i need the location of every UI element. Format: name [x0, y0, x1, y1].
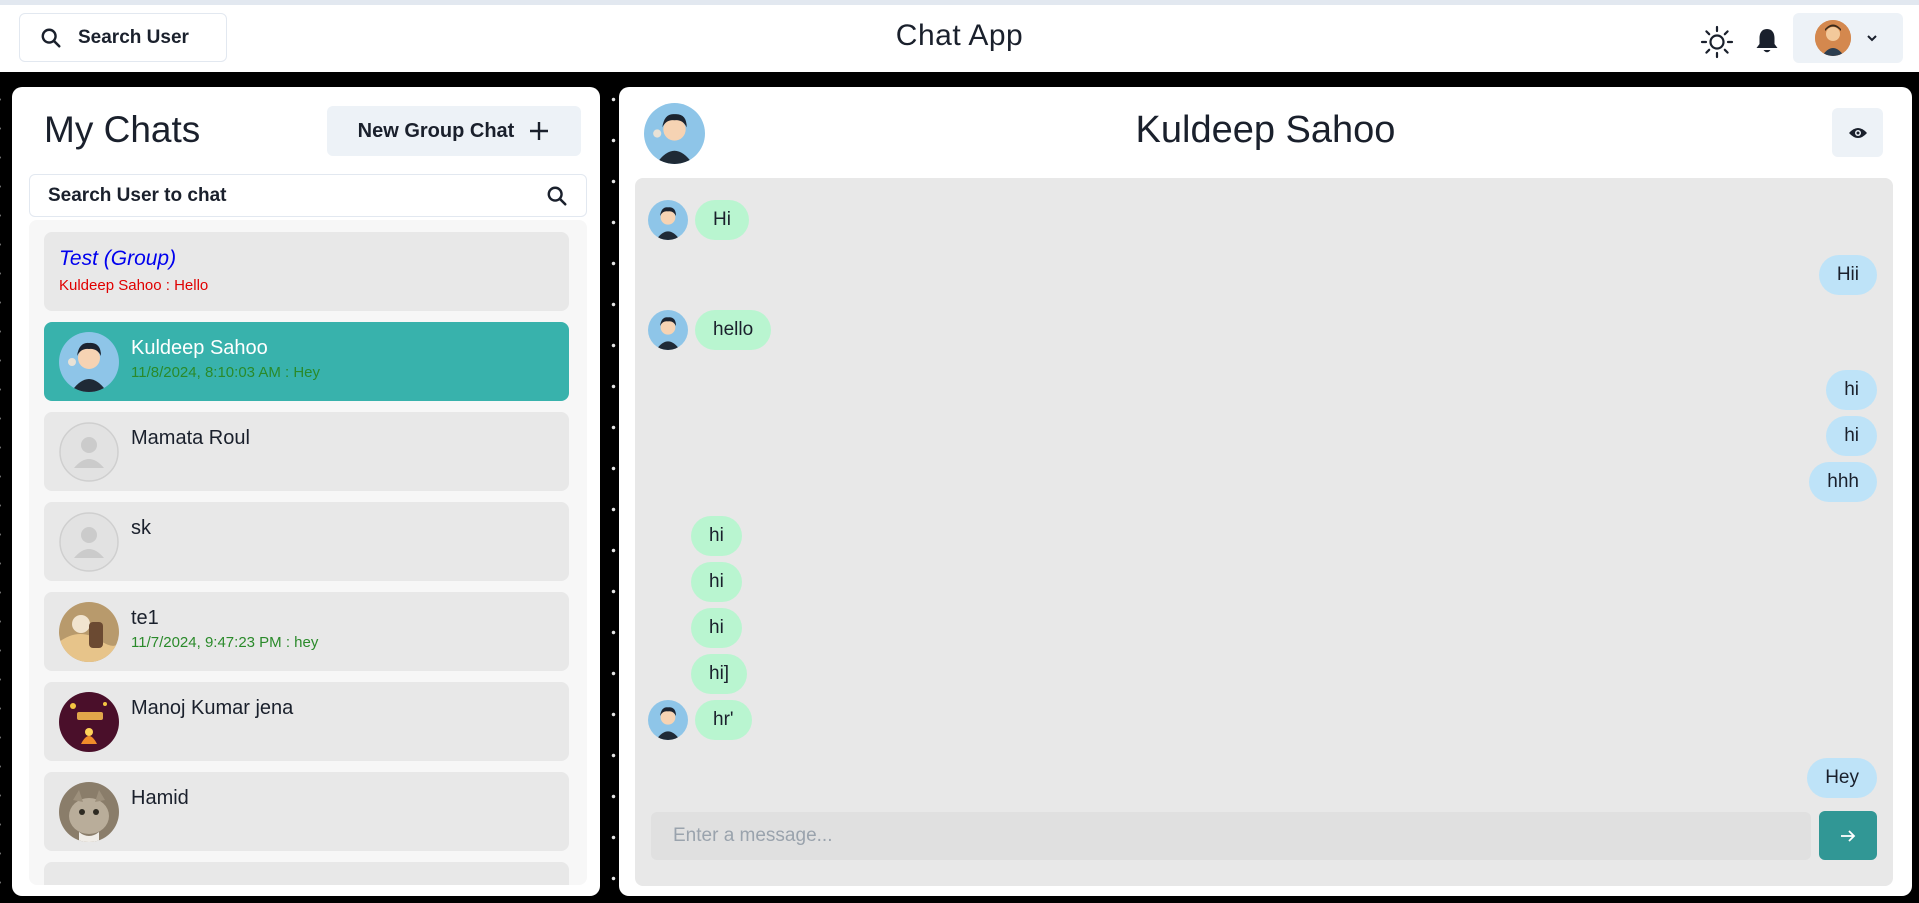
- page-title: My Chats: [44, 109, 201, 150]
- chat-item-name: Mamata Roul: [131, 427, 250, 449]
- new-group-chat-button[interactable]: New Group Chat: [327, 106, 581, 156]
- avatar: [59, 782, 119, 842]
- chat-item-name: te1: [131, 607, 159, 629]
- send-button[interactable]: [1819, 811, 1877, 860]
- plus-icon: [530, 122, 549, 140]
- message-avatar[interactable]: [648, 700, 688, 740]
- message-bubble-incoming: hi: [691, 516, 742, 556]
- chat-item-mamata-roul[interactable]: Mamata Roul: [44, 412, 569, 491]
- message-avatar[interactable]: [648, 200, 688, 240]
- avatar: [59, 602, 119, 662]
- message-bubble-outgoing: hi: [1826, 370, 1877, 410]
- avatar: [59, 692, 119, 752]
- chat-item-last-message: 11/8/2024, 8:10:03 AM : Hey: [131, 364, 321, 381]
- message-bubble-incoming: hi]: [691, 654, 748, 694]
- chat-item-name: Kuldeep Sahoo: [131, 337, 268, 359]
- chat-item-name: sk: [131, 517, 151, 539]
- chat-item-name: Test (Group): [59, 247, 177, 270]
- chat-item-partial[interactable]: [44, 862, 569, 885]
- chat-list: Test (Group) Kuldeep Sahoo : Hello Kulde…: [29, 220, 587, 885]
- message-bubble-incoming: hi: [691, 562, 742, 602]
- chat-search-input[interactable]: [48, 184, 528, 207]
- avatar: [59, 332, 119, 392]
- chat-item-sk[interactable]: sk: [44, 502, 569, 581]
- avatar: [1815, 20, 1851, 56]
- chat-item-manoj-kumar-jena[interactable]: Manoj Kumar jena: [44, 682, 569, 761]
- conversation-title: Kuldeep Sahoo: [1135, 109, 1396, 151]
- chat-item-te1[interactable]: te1 11/7/2024, 9:47:23 PM : hey: [44, 592, 569, 671]
- default-avatar-icon: [59, 422, 119, 482]
- chat-list-panel: My Chats New Group Chat Test (Group) Kul…: [12, 87, 600, 896]
- chat-item-name: Manoj Kumar jena: [131, 697, 294, 719]
- message-input[interactable]: [651, 812, 1811, 860]
- chat-item-name: Hamid: [131, 787, 189, 809]
- app-title: Chat App: [895, 19, 1024, 52]
- view-profile-button[interactable]: [1832, 108, 1883, 157]
- message-bubble-outgoing: Hii: [1818, 255, 1877, 295]
- message-bubble-outgoing: Hey: [1807, 758, 1877, 798]
- default-avatar-icon: [59, 512, 119, 572]
- sun-icon[interactable]: [1700, 25, 1734, 59]
- chat-item-last-message: Kuldeep Sahoo : Hello: [59, 277, 209, 294]
- message-bubble-incoming: hi: [691, 608, 742, 648]
- search-icon[interactable]: [546, 185, 568, 207]
- chat-search-bar: [29, 174, 587, 217]
- top-bar: Search User Chat App: [0, 0, 1919, 72]
- conversation-panel: Kuldeep Sahoo Hi Hii hello hi hi hhh hi hi hi hi]…: [619, 87, 1912, 896]
- message-avatar[interactable]: [648, 310, 688, 350]
- message-bubble-incoming: hr': [695, 700, 752, 740]
- bell-icon[interactable]: [1753, 26, 1781, 56]
- eye-icon: [1848, 127, 1867, 138]
- chat-item-kuldeep-sahoo[interactable]: Kuldeep Sahoo 11/8/2024, 8:10:03 AM : He…: [44, 322, 569, 401]
- message-bubble-outgoing: hhh: [1809, 462, 1877, 502]
- arrow-right-icon: [1841, 829, 1856, 842]
- message-bubble-incoming: hello: [695, 310, 772, 350]
- message-list: Hi Hii hello hi hi hhh hi hi hi hi] hr' Hey: [635, 178, 1893, 886]
- chevron-down-icon: [1867, 35, 1877, 42]
- profile-menu-button[interactable]: [1793, 13, 1903, 63]
- new-group-chat-label: New Group Chat: [357, 119, 515, 142]
- chat-item-last-message: 11/7/2024, 9:47:23 PM : hey: [131, 634, 319, 651]
- message-bubble-incoming: Hi: [695, 200, 749, 240]
- chat-item-hamid[interactable]: Hamid: [44, 772, 569, 851]
- chat-item-test-group[interactable]: Test (Group) Kuldeep Sahoo : Hello: [44, 232, 569, 311]
- message-bubble-outgoing: hi: [1826, 416, 1877, 456]
